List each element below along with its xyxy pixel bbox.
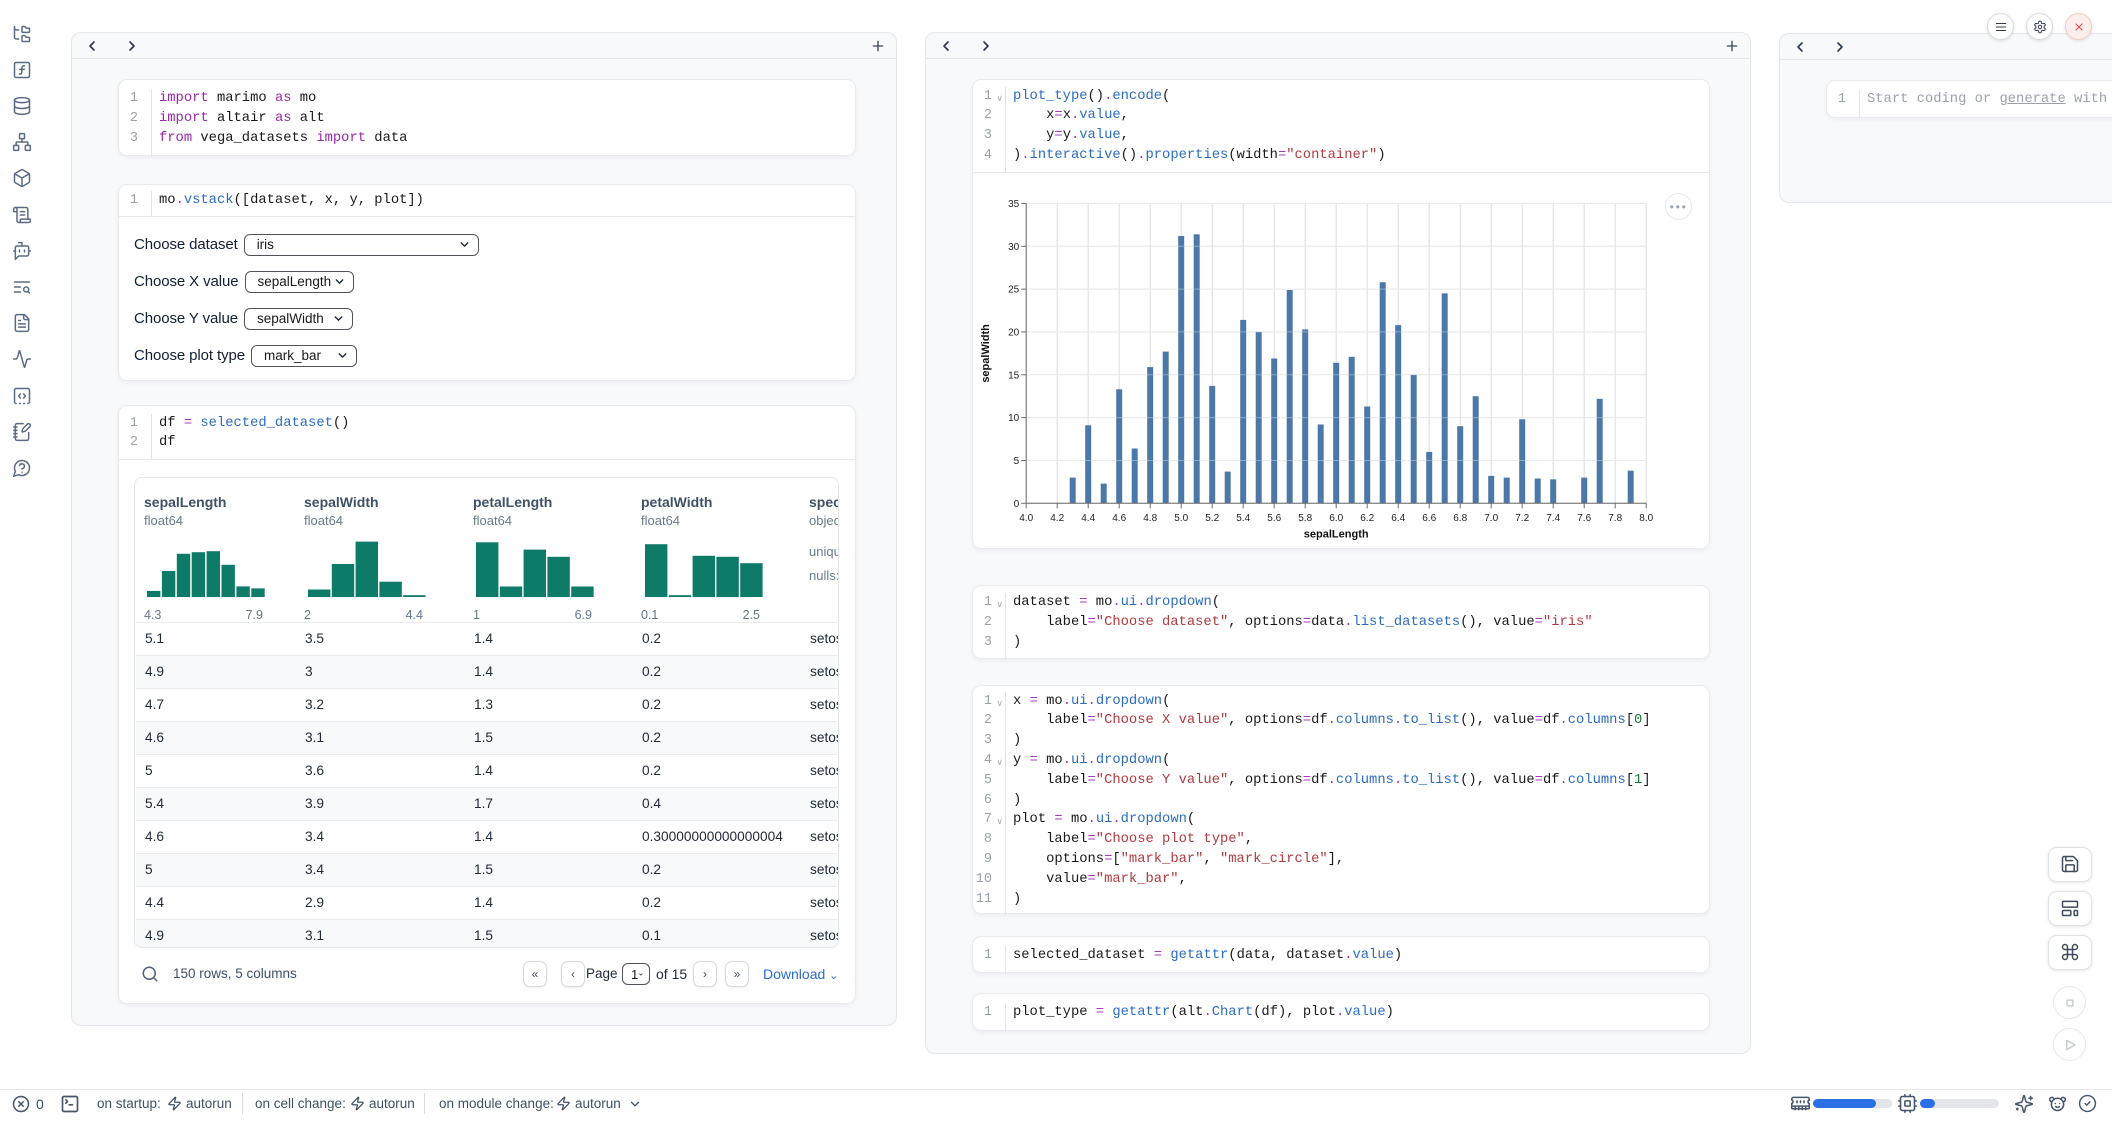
svg-text:6.4: 6.4 <box>1391 513 1405 524</box>
svg-text:6.6: 6.6 <box>1422 513 1436 524</box>
svg-text:7.0: 7.0 <box>1484 513 1498 524</box>
svg-text:sepalLength: sepalLength <box>1304 528 1369 540</box>
svg-text:sepalWidth: sepalWidth <box>980 324 992 383</box>
svg-text:5.2: 5.2 <box>1205 513 1219 524</box>
svg-text:4.6: 4.6 <box>1112 513 1126 524</box>
svg-text:8.0: 8.0 <box>1639 513 1653 524</box>
svg-text:7.8: 7.8 <box>1608 513 1622 524</box>
svg-text:5.6: 5.6 <box>1267 513 1281 524</box>
svg-text:25: 25 <box>1008 285 1020 296</box>
svg-text:4.0: 4.0 <box>1019 513 1033 524</box>
svg-text:6.0: 6.0 <box>1329 513 1343 524</box>
svg-text:0: 0 <box>1014 499 1020 510</box>
svg-text:15: 15 <box>1008 370 1020 381</box>
svg-text:5.0: 5.0 <box>1174 513 1188 524</box>
svg-text:5: 5 <box>1014 456 1020 467</box>
svg-text:7.4: 7.4 <box>1546 513 1560 524</box>
svg-text:7.6: 7.6 <box>1577 513 1591 524</box>
svg-text:35: 35 <box>1008 199 1020 210</box>
svg-text:7.2: 7.2 <box>1515 513 1529 524</box>
svg-text:5.4: 5.4 <box>1236 513 1250 524</box>
svg-text:4.8: 4.8 <box>1143 513 1157 524</box>
svg-text:6.2: 6.2 <box>1360 513 1374 524</box>
svg-text:6.8: 6.8 <box>1453 513 1467 524</box>
svg-text:4.4: 4.4 <box>1081 513 1095 524</box>
svg-text:30: 30 <box>1008 242 1020 253</box>
svg-text:4.2: 4.2 <box>1050 513 1064 524</box>
svg-text:20: 20 <box>1008 327 1020 338</box>
svg-text:10: 10 <box>1008 413 1020 424</box>
svg-text:5.8: 5.8 <box>1298 513 1312 524</box>
